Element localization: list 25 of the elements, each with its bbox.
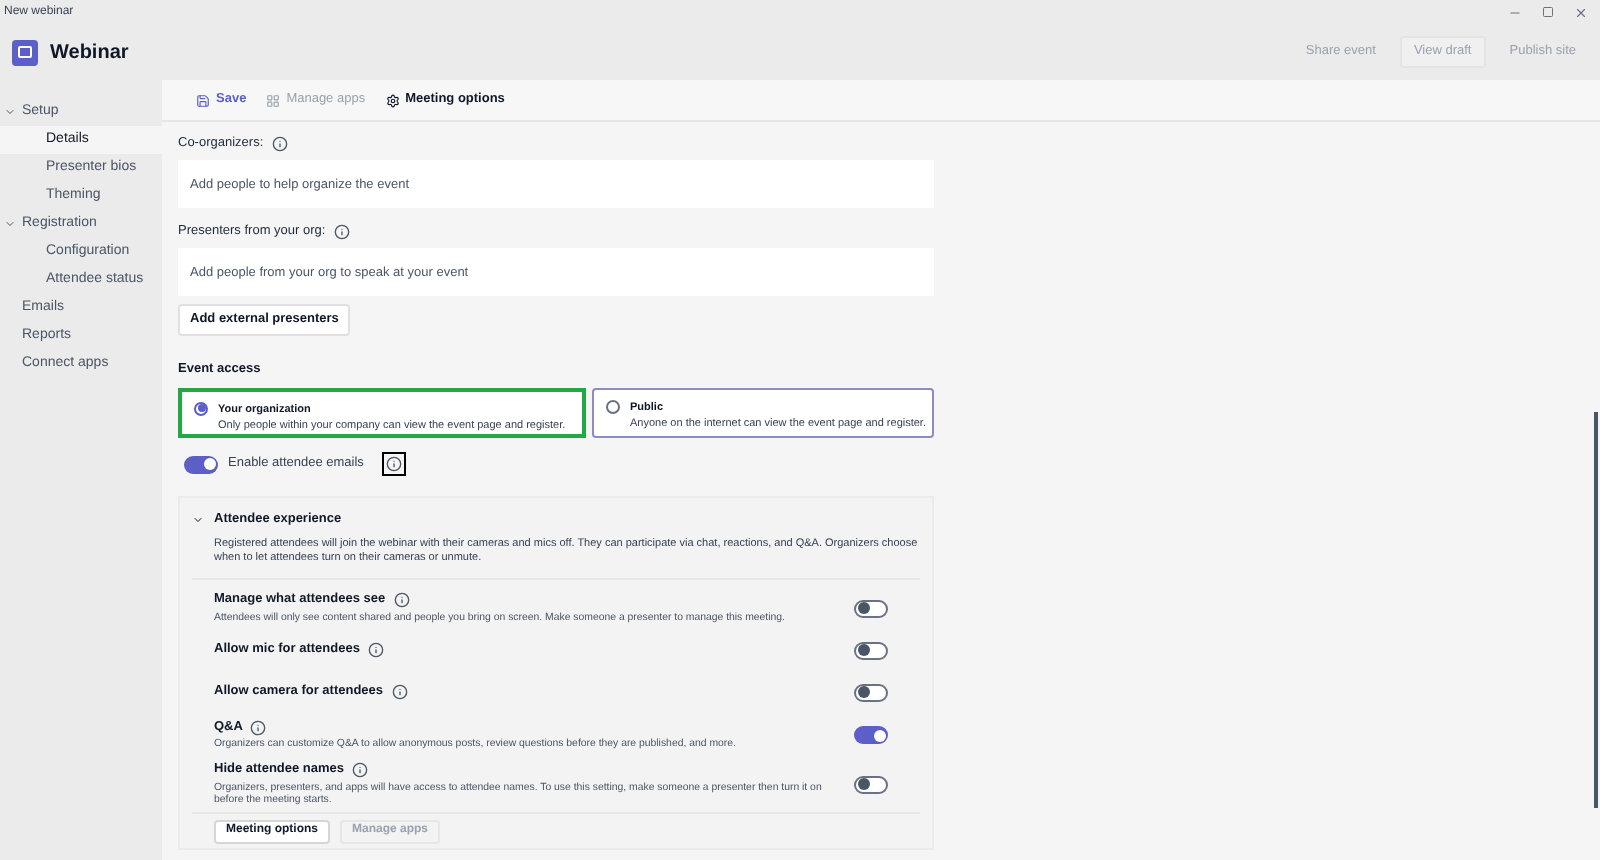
info-icon[interactable]	[367, 642, 384, 659]
radio-button[interactable]	[606, 399, 620, 414]
close-icon[interactable]	[1574, 5, 1588, 19]
maximize-icon[interactable]	[1542, 6, 1554, 18]
info-icon[interactable]	[393, 592, 410, 609]
toggle-switch[interactable]	[854, 683, 888, 702]
app-logo-icon	[12, 39, 38, 65]
save-icon	[196, 93, 210, 107]
info-icon[interactable]	[391, 684, 408, 701]
radio-button[interactable]	[194, 401, 208, 416]
gear-icon	[385, 93, 400, 107]
toggle-switch[interactable]	[854, 775, 888, 794]
toggle-switch[interactable]	[184, 455, 218, 474]
info-icon[interactable]	[333, 224, 350, 240]
info-icon[interactable]	[271, 136, 288, 152]
scrollbar[interactable]	[1594, 412, 1598, 808]
info-icon[interactable]	[352, 762, 369, 779]
app-title: Webinar	[50, 39, 129, 67]
info-icon[interactable]	[381, 452, 406, 477]
toggle-switch[interactable]	[854, 726, 888, 744]
grid-icon	[266, 93, 281, 107]
chevron-down-icon	[192, 513, 204, 526]
toggle-switch[interactable]	[854, 641, 888, 660]
toggle-switch[interactable]	[854, 599, 888, 617]
info-icon[interactable]	[250, 719, 267, 736]
